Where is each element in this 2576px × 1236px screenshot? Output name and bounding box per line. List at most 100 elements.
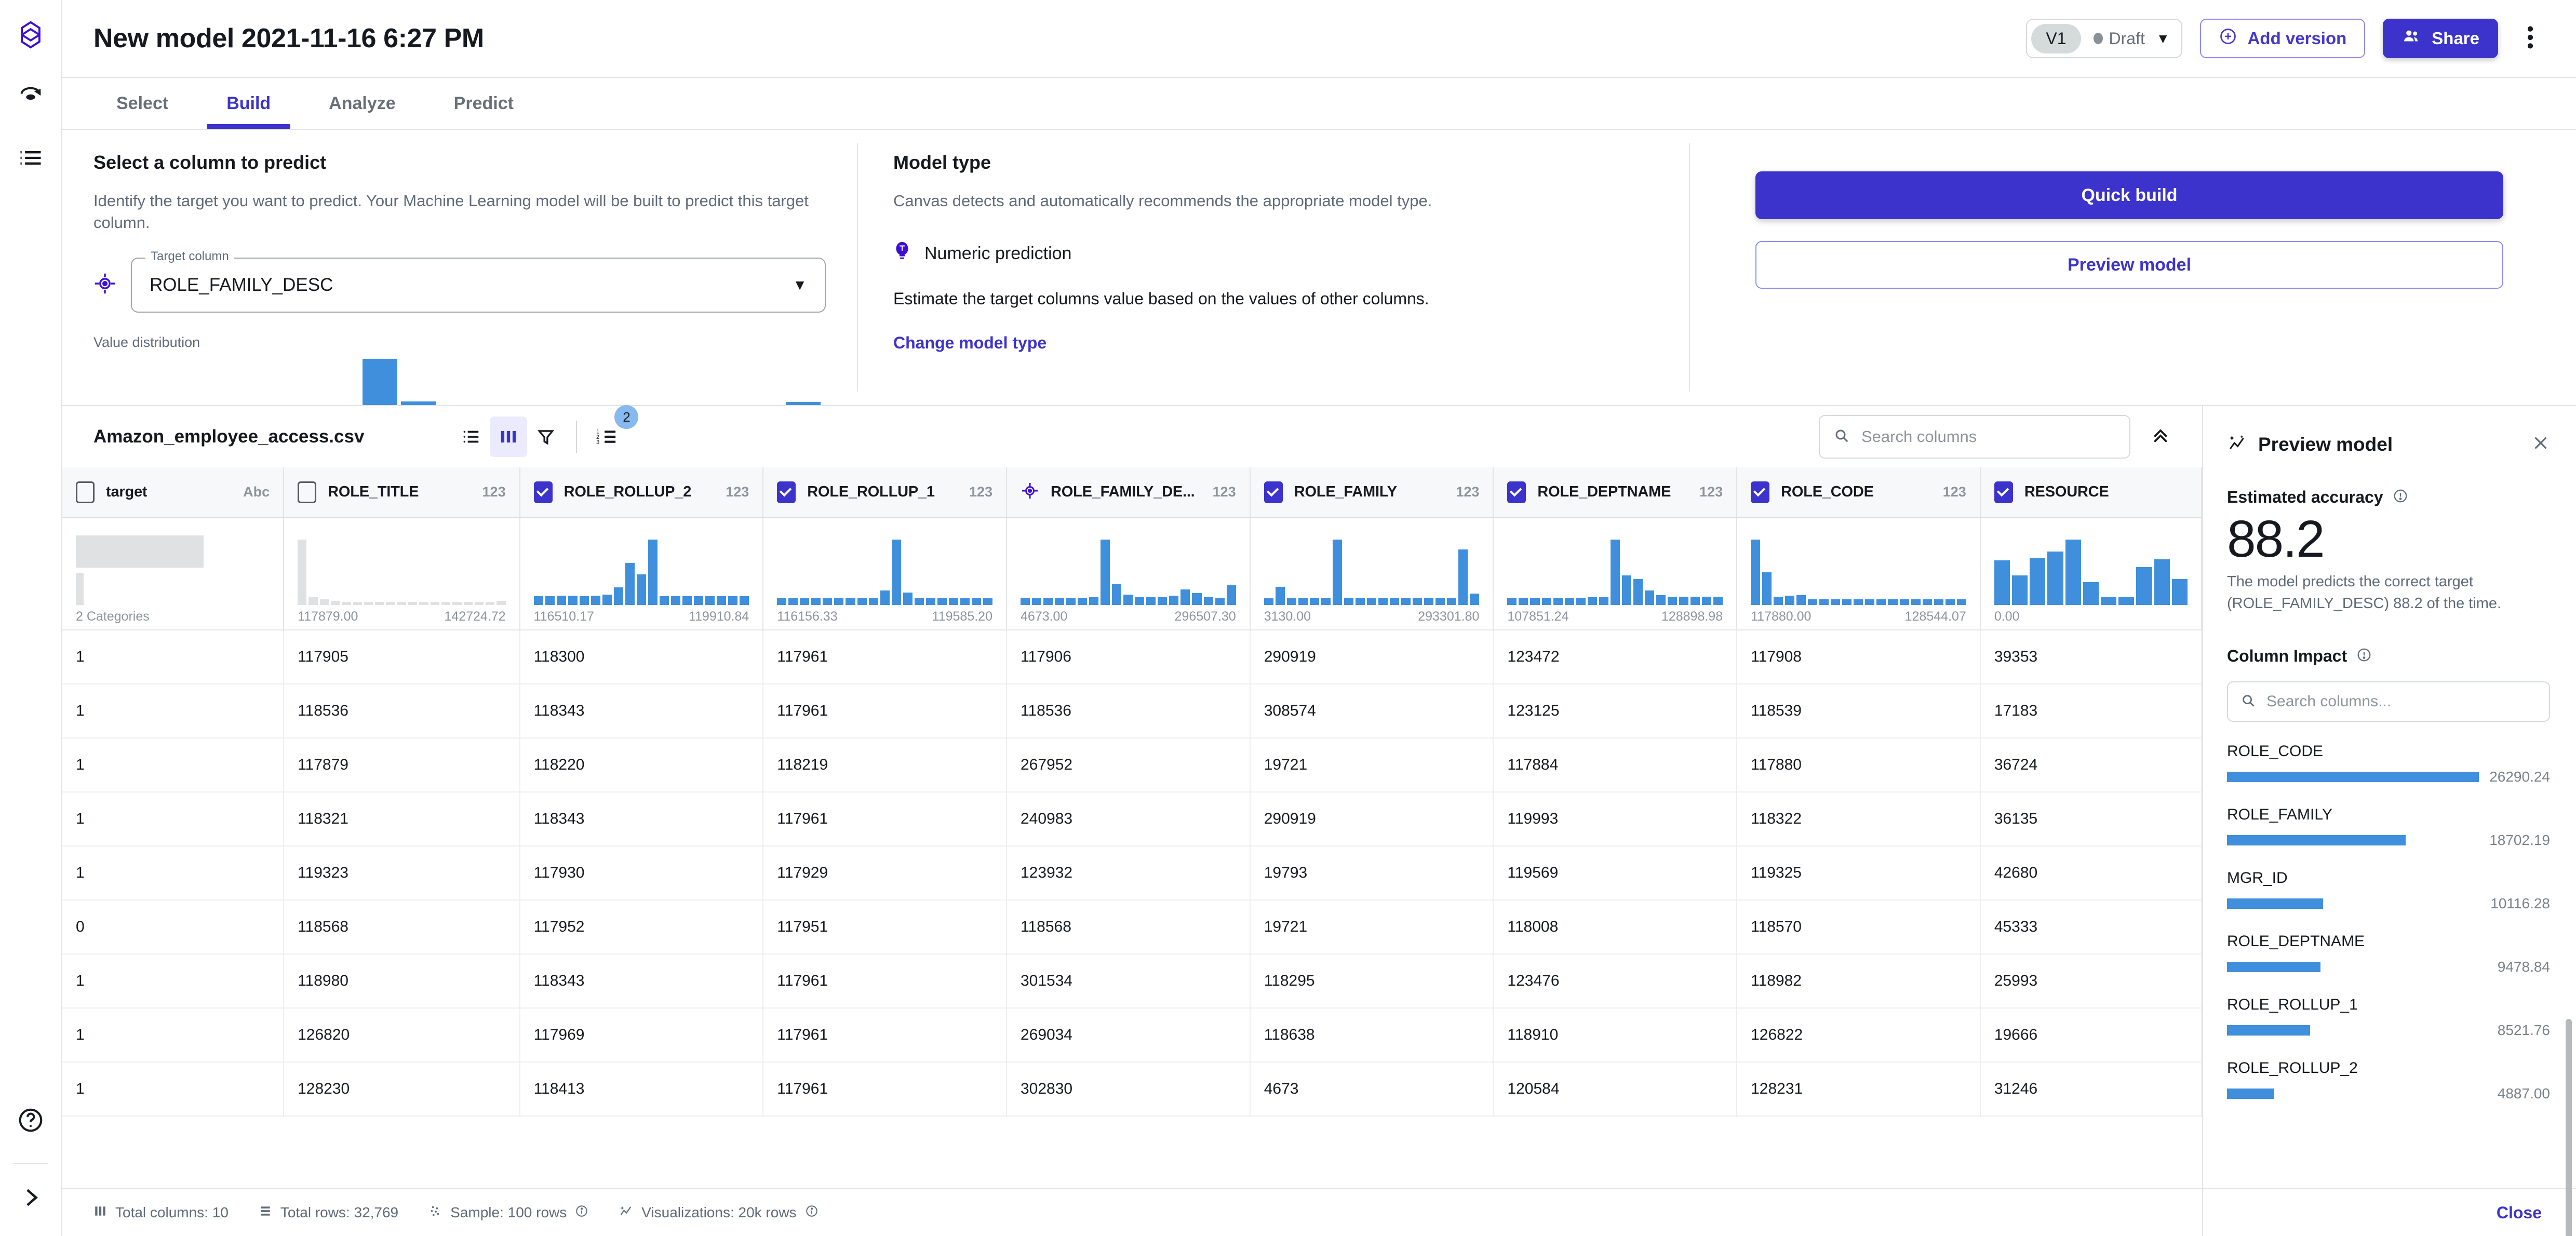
table-row[interactable]: 1 117879 118220 118219 267952 19721 117884 1178… xyxy=(62,738,2202,792)
column-header[interactable]: RESOURCE xyxy=(1980,467,2202,518)
column-checkbox[interactable] xyxy=(1751,481,1770,503)
models-icon[interactable] xyxy=(17,84,44,113)
table-row[interactable]: 1 117905 118300 117961 117906 290919 123472 117… xyxy=(62,630,2202,684)
share-button[interactable]: Share xyxy=(2383,19,2498,58)
panel-scrollbar[interactable] xyxy=(2566,1019,2572,1236)
column-checkbox[interactable] xyxy=(298,481,317,503)
histogram-bar xyxy=(1865,599,1875,605)
table-cell: 118343 xyxy=(519,954,764,1009)
table-row[interactable]: 1 118536 118343 117961 118536 308574 123125 118… xyxy=(62,684,2202,738)
datasets-list-icon[interactable] xyxy=(17,144,44,174)
close-icon[interactable] xyxy=(2531,434,2550,455)
column-header[interactable]: ROLE_DEPTNAME 123 xyxy=(1493,467,1738,518)
info-icon[interactable] xyxy=(2356,647,2372,665)
table-cell: 19793 xyxy=(1250,846,1494,901)
histogram-bar xyxy=(1424,597,1434,605)
info-icon[interactable] xyxy=(805,1204,819,1221)
histogram-bar xyxy=(1203,597,1213,605)
sort-order-icon[interactable]: 1 2 3 2 xyxy=(588,405,639,457)
histogram-bar xyxy=(823,598,833,605)
tab-build[interactable]: Build xyxy=(197,78,300,129)
impact-column-name: ROLE_CODE xyxy=(2227,743,2324,760)
column-header[interactable]: ROLE_TITLE 123 xyxy=(284,467,520,518)
column-checkbox[interactable] xyxy=(1994,481,2013,503)
column-header[interactable]: ROLE_FAMILY 123 xyxy=(1250,467,1494,518)
tab-predict[interactable]: Predict xyxy=(425,78,543,129)
table-cell: 118219 xyxy=(763,738,1007,792)
histogram-bar xyxy=(2171,579,2188,605)
impact-value: 9478.84 xyxy=(2497,959,2550,975)
column-header[interactable]: target Abc xyxy=(62,467,285,518)
list-view-icon[interactable] xyxy=(452,417,490,457)
histogram-bar xyxy=(728,596,738,605)
histogram-bar xyxy=(868,598,878,605)
change-model-type-link[interactable]: Change model type xyxy=(893,333,1046,353)
search-icon xyxy=(2240,693,2256,711)
table-cell: 31246 xyxy=(1980,1062,2202,1117)
table-cell: 117961 xyxy=(763,954,1007,1009)
info-icon[interactable] xyxy=(575,1204,588,1221)
impact-bar-track xyxy=(2227,1025,2487,1036)
histogram-bar xyxy=(1564,598,1574,605)
tab-select[interactable]: Select xyxy=(87,78,197,129)
version-selector[interactable]: V1 Draft ▼ xyxy=(2026,19,2182,58)
category-blocks xyxy=(76,527,270,605)
table-row[interactable]: 1 128230 118413 117961 302830 4673 120584 12823… xyxy=(62,1062,2202,1117)
table-cell: 290919 xyxy=(1250,630,1494,684)
table-row[interactable]: 1 118321 118343 117961 240983 290919 119993 118… xyxy=(62,792,2202,847)
column-checkbox[interactable] xyxy=(533,481,553,503)
histogram-bar xyxy=(1576,598,1586,605)
impact-bar-row: 4887.00 xyxy=(2227,1085,2550,1102)
more-options-icon[interactable] xyxy=(2516,23,2545,55)
target-column-select[interactable]: Target column ROLE_FAMILY_DESC ▼ xyxy=(131,249,826,313)
histogram-bar xyxy=(375,601,384,605)
histogram-bar xyxy=(497,601,506,605)
column-view-icon[interactable] xyxy=(490,417,528,457)
column-header[interactable]: ROLE_ROLLUP_1 123 xyxy=(763,467,1007,518)
histogram-bar xyxy=(1610,540,1620,605)
table-row[interactable]: 1 119323 117930 117929 123932 19793 119569 1193… xyxy=(62,846,2202,901)
tab-analyze[interactable]: Analyze xyxy=(300,78,425,129)
column-impact-label: Column Impact xyxy=(2227,647,2347,666)
search-columns-field[interactable] xyxy=(1819,415,2130,459)
preview-model-button[interactable]: Preview model xyxy=(1755,241,2503,289)
search-columns-input[interactable] xyxy=(1861,427,2116,446)
axis-min-label: 0.00 xyxy=(1994,609,2020,624)
viz-axis: 117880.00 128544.07 xyxy=(1751,609,1966,624)
table-scroll-region[interactable]: target Abc ROLE_TITLE 123 ROLE_ROLLUP_2 123 RO… xyxy=(62,467,2202,1188)
table-cell: 118300 xyxy=(519,630,764,684)
column-checkbox[interactable] xyxy=(76,481,95,503)
histogram-bar xyxy=(1135,597,1145,605)
filter-icon[interactable] xyxy=(527,417,565,457)
column-header[interactable]: ROLE_FAMILY_DE... 123 xyxy=(1007,467,1251,518)
column-type-badge: 123 xyxy=(726,484,749,500)
histogram-bar xyxy=(364,601,373,605)
help-icon[interactable] xyxy=(17,1106,45,1137)
table-cell: 117930 xyxy=(519,846,764,901)
stat-visualizations: Visualizations: 20k rows xyxy=(619,1204,818,1222)
column-name: ROLE_ROLLUP_2 xyxy=(564,483,692,500)
add-version-button[interactable]: Add version xyxy=(2199,19,2366,58)
category-bar xyxy=(76,535,204,568)
histogram-bar xyxy=(937,598,947,605)
collapse-panel-icon[interactable] xyxy=(2150,425,2171,449)
column-header[interactable]: ROLE_CODE 123 xyxy=(1737,467,1981,518)
impact-search-input[interactable] xyxy=(2266,693,2537,711)
column-checkbox[interactable] xyxy=(1264,481,1283,503)
quick-build-button[interactable]: Quick build xyxy=(1755,171,2503,219)
table-row[interactable]: 0 118568 117952 117951 118568 19721 118008 1185… xyxy=(62,900,2202,955)
column-header[interactable]: ROLE_ROLLUP_2 123 xyxy=(519,467,764,518)
column-checkbox[interactable] xyxy=(777,481,796,503)
estimated-accuracy-label: Estimated accuracy xyxy=(2227,488,2383,506)
table-row[interactable]: 1 126820 117969 117961 269034 118638 118910 126… xyxy=(62,1008,2202,1063)
impact-search-field[interactable] xyxy=(2227,681,2550,722)
table-row[interactable]: 1 118980 118343 117961 301534 118295 123476 118… xyxy=(62,954,2202,1009)
impact-bar-fill xyxy=(2227,835,2406,846)
expand-rail-icon[interactable] xyxy=(18,1185,44,1213)
info-icon[interactable] xyxy=(2393,488,2408,506)
histogram-bar xyxy=(2154,559,2170,605)
histogram-bar xyxy=(1112,584,1122,605)
histogram-bar xyxy=(1507,598,1517,605)
column-checkbox[interactable] xyxy=(1507,481,1526,503)
close-button[interactable]: Close xyxy=(2497,1203,2542,1222)
